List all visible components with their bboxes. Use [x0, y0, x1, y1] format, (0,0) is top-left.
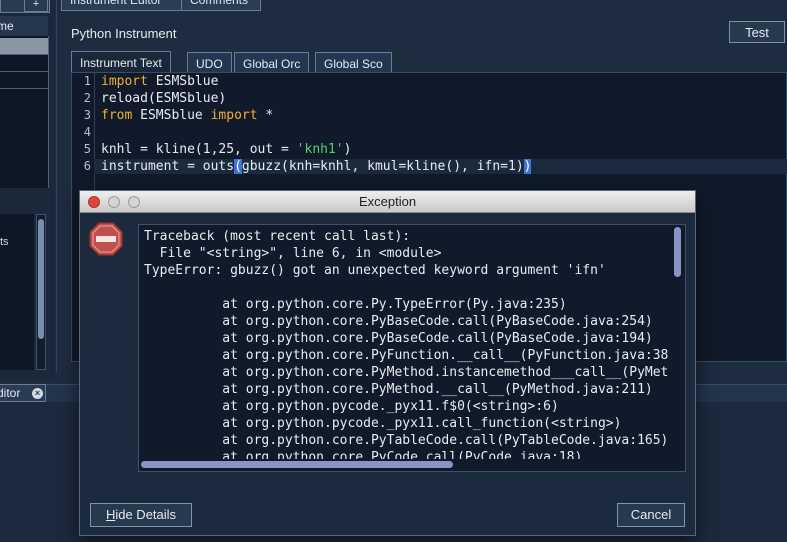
list-item[interactable]: ts	[0, 236, 9, 248]
line-number: 5	[83, 142, 91, 156]
code-line: reload(ESMSblue)	[101, 91, 226, 106]
traceback-line: at org.python.core.PyBaseCode.call(PyBas…	[144, 331, 653, 346]
dialog-titlebar[interactable]: Exception	[80, 191, 695, 213]
traceback-line: TypeError: gbuzz() got an unexpected key…	[144, 263, 606, 278]
traceback-line: at org.python.core.PyBaseCode.call(PyBas…	[144, 314, 653, 329]
tab-editor-label: ditor	[0, 386, 21, 400]
panel-title: Python Instrument	[71, 26, 177, 41]
code-text: instrument = outs	[101, 159, 235, 174]
code-line: knhl = kline(1,25, out = 'knh1')	[101, 142, 351, 157]
table-row[interactable]	[0, 38, 48, 55]
traceback-line: at org.python.core.Py.TypeError(Py.java:…	[144, 297, 567, 312]
traceback-line: at org.python.core.PyMethod.instancemeth…	[144, 365, 669, 380]
left-scrollbar[interactable]	[36, 214, 46, 370]
line-number: 3	[83, 108, 91, 122]
column-header-name[interactable]: me	[0, 16, 48, 37]
scrollbar-thumb[interactable]	[38, 219, 44, 339]
tab-udo[interactable]: UDO	[187, 52, 232, 72]
keyword: from	[101, 108, 133, 123]
traceback-text-area[interactable]: Traceback (most recent call last): File …	[138, 224, 686, 472]
stop-icon	[89, 222, 123, 256]
matched-bracket: (	[234, 159, 242, 174]
traceback-line: at org.python.core.PyFunction.__call__(P…	[144, 348, 669, 363]
tab-instrument-editor[interactable]: Instrument Editor	[61, 0, 185, 11]
tab-comments[interactable]: Comments	[181, 0, 261, 11]
code-text: knhl = kline(1,25, out =	[101, 142, 297, 157]
table-row[interactable]	[0, 55, 48, 72]
string-literal: 'knh1'	[296, 142, 344, 157]
matched-bracket: )	[523, 159, 532, 174]
code-line-current: instrument = outs(gbuzz(knh=knhl, kmul=k…	[94, 159, 787, 174]
traceback-line: Traceback (most recent call last):	[144, 229, 411, 244]
line-number: 2	[83, 91, 91, 105]
mnemonic-letter: H	[105, 507, 116, 522]
code-text: ESMSblue	[147, 74, 219, 89]
traceback-line: at org.python.core.PyTableCode.call(PyTa…	[144, 433, 669, 448]
traceback-line: at org.python.pycode._pyx11.call_functio…	[144, 416, 622, 431]
vertical-scrollbar[interactable]	[673, 227, 683, 455]
dialog-title: Exception	[358, 194, 417, 209]
line-number: 4	[83, 125, 91, 139]
test-button[interactable]: Test	[729, 21, 785, 43]
scrollbar-thumb[interactable]	[141, 461, 453, 468]
tab-global-orc[interactable]: Global Orc	[234, 52, 310, 72]
tab-global-sco[interactable]: Global Sco	[315, 52, 392, 72]
button-label: ide Details	[115, 507, 177, 522]
keyword: import	[210, 108, 258, 123]
instrument-table[interactable]	[0, 36, 49, 188]
code-text: gbuzz(knh=knhl, kmul=kline(), ifn=1)	[241, 159, 524, 174]
tab-instrument-text[interactable]: Instrument Text	[71, 51, 171, 73]
horizontal-scrollbar[interactable]	[141, 459, 671, 469]
table-row[interactable]	[0, 72, 48, 89]
left-panel: + me ts	[0, 0, 55, 380]
add-tab-button[interactable]: +	[24, 0, 48, 12]
exception-dialog: Exception Traceback (most recent call la…	[79, 190, 696, 536]
code-text: *	[257, 108, 274, 123]
code-text: ESMSblue	[132, 108, 211, 123]
code-text: )	[343, 142, 352, 157]
scrollbar-thumb[interactable]	[674, 227, 681, 277]
line-number: 6	[83, 159, 91, 173]
tab-editor[interactable]: ditor ×	[0, 384, 46, 402]
line-number: 1	[83, 74, 91, 88]
close-icon[interactable]: ×	[32, 388, 43, 399]
cancel-button[interactable]: Cancel	[617, 503, 685, 527]
hide-details-button[interactable]: Hide Details	[90, 503, 192, 527]
traceback-line: at org.python.core.PyMethod.__call__(PyM…	[144, 382, 653, 397]
traceback-line: File "<string>", line 6, in <module>	[144, 246, 442, 261]
code-line: from ESMSblue import *	[101, 108, 273, 123]
code-line: import ESMSblue	[101, 74, 218, 89]
traceback-line: at org.python.pycode._pyx11.f$0(<string>…	[144, 399, 559, 414]
keyword: import	[101, 74, 148, 89]
code-text: reload(ESMSblue)	[101, 91, 227, 106]
